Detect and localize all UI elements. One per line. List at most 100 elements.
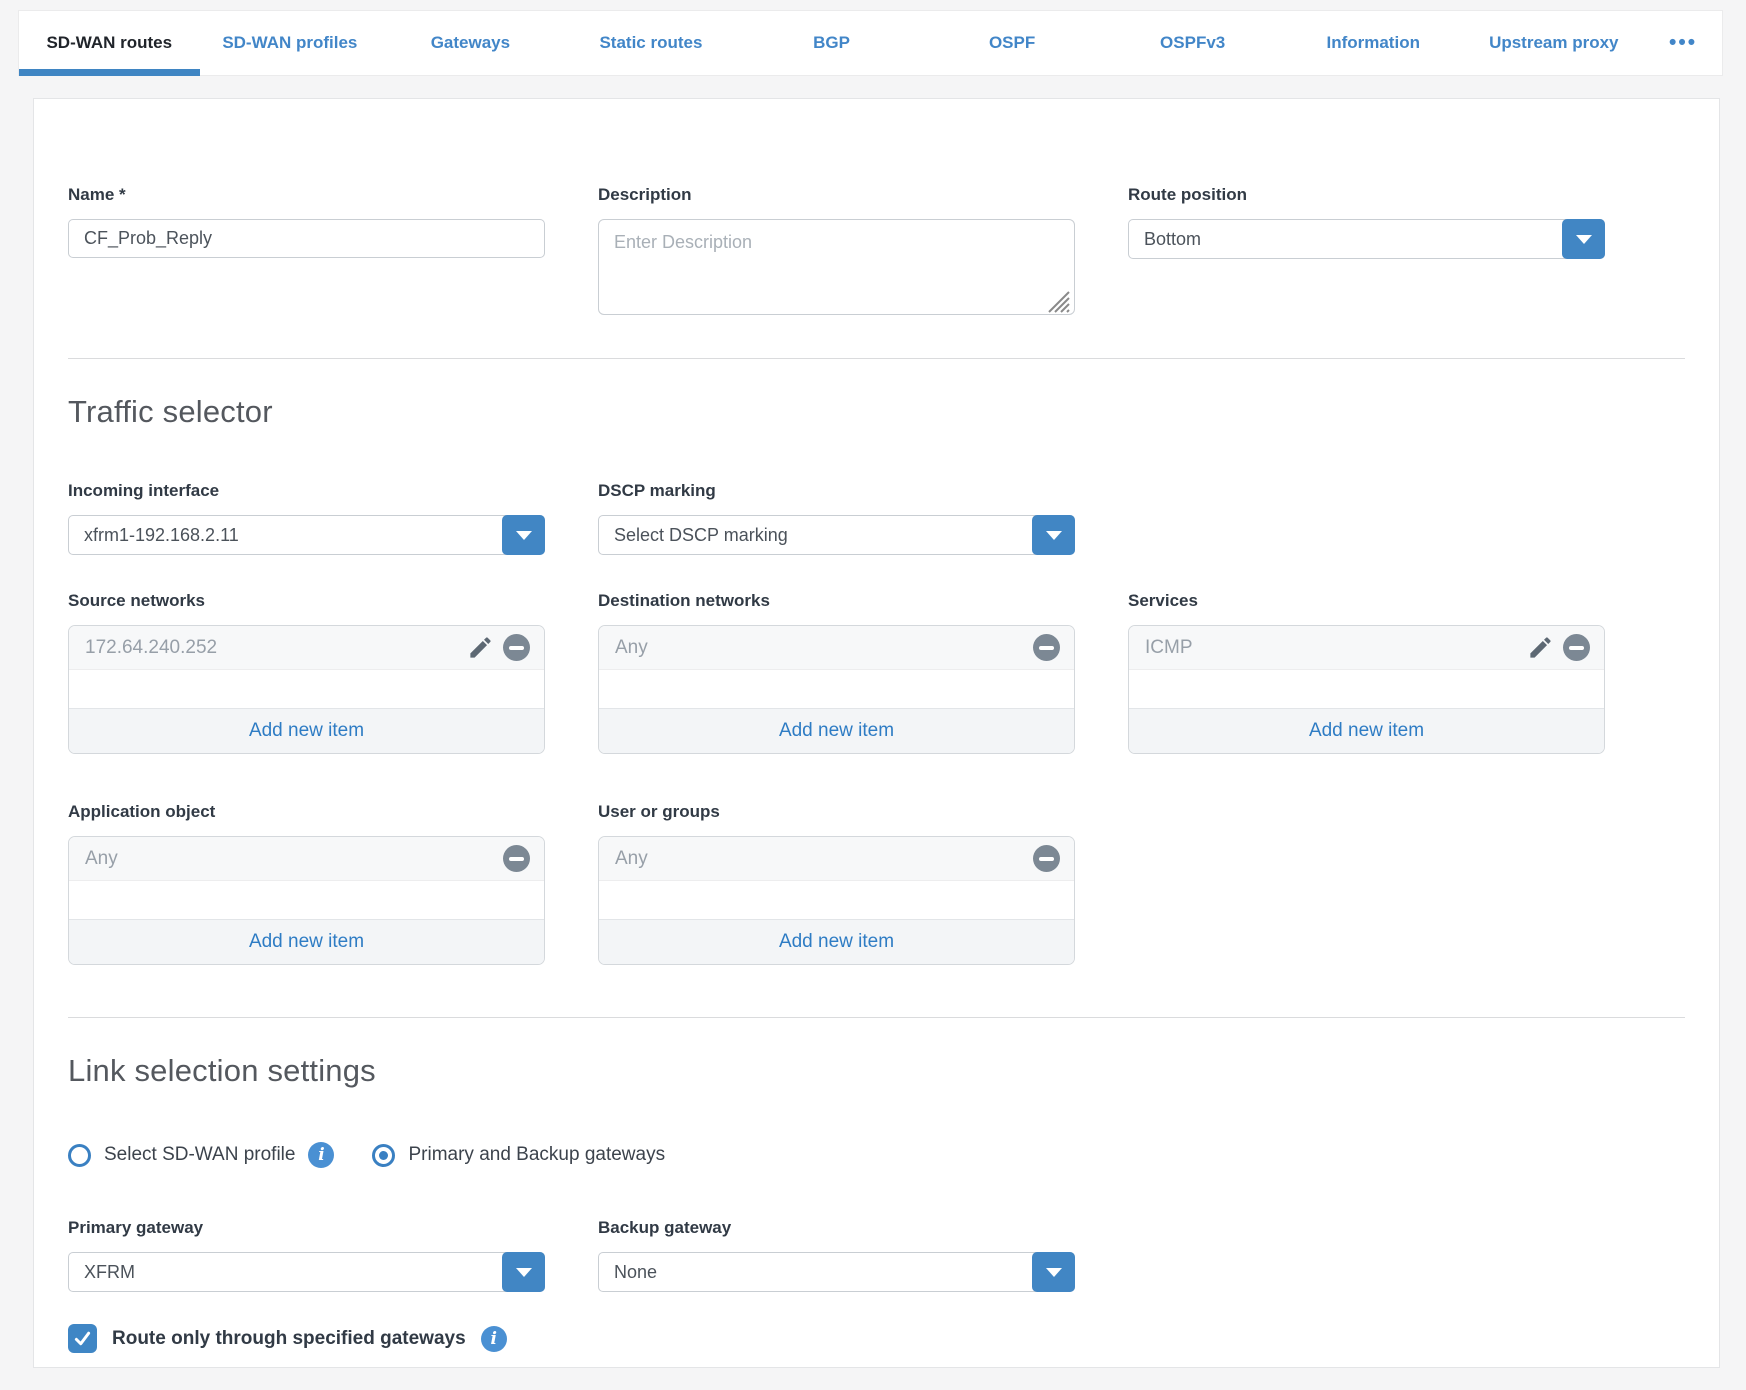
route-only-checkbox[interactable]	[68, 1324, 97, 1353]
name-label: Name *	[68, 185, 545, 205]
list-item: Any	[69, 837, 544, 881]
services-add-button[interactable]: Add new item	[1129, 708, 1604, 753]
user-groups-listbox: Any Add new item	[598, 836, 1075, 965]
radio-unselected-icon[interactable]	[68, 1144, 91, 1167]
dscp-marking-value: Select DSCP marking	[614, 525, 788, 546]
edit-pencil-icon[interactable]	[467, 634, 494, 661]
tab-bar: SD-WAN routes SD-WAN profiles Gateways S…	[18, 10, 1723, 76]
route-only-label: Route only through specified gateways	[112, 1328, 466, 1350]
remove-item-icon[interactable]	[1563, 634, 1590, 661]
list-item: Any	[599, 837, 1074, 881]
chevron-down-icon	[516, 531, 532, 540]
list-item: 172.64.240.252	[69, 626, 544, 670]
backup-gateway-dropdown-button[interactable]	[1032, 1252, 1075, 1292]
radio-select-sdwan-profile[interactable]: Select SD-WAN profile i	[68, 1142, 334, 1168]
description-field-group: Description	[598, 185, 1075, 320]
incoming-interface-dropdown-button[interactable]	[502, 515, 545, 555]
radio-label: Select SD-WAN profile	[104, 1144, 295, 1166]
source-networks-listbox: 172.64.240.252 Add new item	[68, 625, 545, 754]
backup-gateway-select[interactable]: None	[598, 1252, 1075, 1292]
list-item: ICMP	[1129, 626, 1604, 670]
destination-networks-group: Destination networks Any Add new item	[598, 591, 1075, 754]
gateways-row: Primary gateway XFRM Backup gateway None	[68, 1218, 1685, 1292]
tab-information[interactable]: Information	[1283, 11, 1464, 75]
tab-gateways[interactable]: Gateways	[380, 11, 561, 75]
info-icon[interactable]: i	[308, 1142, 334, 1168]
route-position-value: Bottom	[1144, 229, 1201, 250]
dscp-marking-group: DSCP marking Select DSCP marking	[598, 481, 1075, 555]
primary-gateway-label: Primary gateway	[68, 1218, 545, 1238]
name-field-group: Name *	[68, 185, 545, 258]
tab-sdwan-profiles[interactable]: SD-WAN profiles	[200, 11, 381, 75]
services-group: Services ICMP Add new item	[1128, 591, 1605, 754]
sdwan-route-form: Name * Description Route position Bottom	[33, 98, 1720, 1368]
primary-gateway-value: XFRM	[84, 1262, 135, 1283]
info-icon[interactable]: i	[481, 1326, 507, 1352]
application-object-add-button[interactable]: Add new item	[69, 919, 544, 964]
destination-networks-add-button[interactable]: Add new item	[599, 708, 1074, 753]
remove-item-icon[interactable]	[503, 845, 530, 872]
route-only-checkbox-row: Route only through specified gateways i	[68, 1324, 1685, 1353]
tab-sdwan-routes[interactable]: SD-WAN routes	[19, 11, 200, 75]
incoming-interface-group: Incoming interface xfrm1-192.168.2.11	[68, 481, 545, 555]
description-input[interactable]	[598, 219, 1075, 315]
incoming-interface-label: Incoming interface	[68, 481, 545, 501]
route-position-select[interactable]: Bottom	[1128, 219, 1605, 259]
edit-pencil-icon[interactable]	[1527, 634, 1554, 661]
services-listbox: ICMP Add new item	[1128, 625, 1605, 754]
tab-ospf[interactable]: OSPF	[922, 11, 1103, 75]
interface-dscp-row: Incoming interface xfrm1-192.168.2.11 DS…	[68, 481, 1685, 555]
primary-gateway-select[interactable]: XFRM	[68, 1252, 545, 1292]
route-position-field-group: Route position Bottom	[1128, 185, 1605, 259]
services-label: Services	[1128, 591, 1605, 611]
source-networks-label: Source networks	[68, 591, 545, 611]
source-networks-add-button[interactable]: Add new item	[69, 708, 544, 753]
section-divider	[68, 1017, 1685, 1018]
checkmark-icon	[72, 1328, 93, 1349]
tab-static-routes[interactable]: Static routes	[561, 11, 742, 75]
networks-services-row: Source networks 172.64.240.252 Add new i…	[68, 591, 1685, 754]
description-label: Description	[598, 185, 1075, 205]
incoming-interface-value: xfrm1-192.168.2.11	[84, 525, 239, 546]
list-item-text: Any	[85, 848, 118, 870]
list-empty-space	[69, 881, 544, 919]
destination-networks-listbox: Any Add new item	[598, 625, 1075, 754]
backup-gateway-label: Backup gateway	[598, 1218, 1075, 1238]
backup-gateway-group: Backup gateway None	[598, 1218, 1075, 1292]
more-tabs-icon[interactable]: •••	[1644, 11, 1722, 75]
traffic-selector-heading: Traffic selector	[68, 393, 1685, 431]
chevron-down-icon	[1576, 235, 1592, 244]
application-object-listbox: Any Add new item	[68, 836, 545, 965]
incoming-interface-select[interactable]: xfrm1-192.168.2.11	[68, 515, 545, 555]
application-users-row: Application object Any Add new item User…	[68, 802, 1685, 965]
radio-selected-icon[interactable]	[372, 1144, 395, 1167]
dscp-marking-select[interactable]: Select DSCP marking	[598, 515, 1075, 555]
remove-item-icon[interactable]	[1033, 845, 1060, 872]
list-empty-space	[1129, 670, 1604, 708]
chevron-down-icon	[516, 1268, 532, 1277]
link-mode-radio-row: Select SD-WAN profile i Primary and Back…	[68, 1142, 1685, 1168]
destination-networks-label: Destination networks	[598, 591, 1075, 611]
dscp-marking-label: DSCP marking	[598, 481, 1075, 501]
name-input[interactable]	[68, 219, 545, 258]
tab-bgp[interactable]: BGP	[741, 11, 922, 75]
radio-label: Primary and Backup gateways	[408, 1144, 665, 1166]
list-empty-space	[599, 670, 1074, 708]
remove-item-icon[interactable]	[503, 634, 530, 661]
list-item-text: ICMP	[1145, 637, 1193, 659]
source-networks-group: Source networks 172.64.240.252 Add new i…	[68, 591, 545, 754]
radio-primary-backup-gateways[interactable]: Primary and Backup gateways	[372, 1144, 665, 1167]
primary-gateway-dropdown-button[interactable]	[502, 1252, 545, 1292]
list-item-text: Any	[615, 848, 648, 870]
remove-item-icon[interactable]	[1033, 634, 1060, 661]
list-item-text: 172.64.240.252	[85, 637, 217, 659]
route-position-label: Route position	[1128, 185, 1605, 205]
tab-upstream-proxy[interactable]: Upstream proxy	[1464, 11, 1645, 75]
tab-ospfv3[interactable]: OSPFv3	[1102, 11, 1283, 75]
list-item: Any	[599, 626, 1074, 670]
section-divider	[68, 358, 1685, 359]
dscp-marking-dropdown-button[interactable]	[1032, 515, 1075, 555]
chevron-down-icon	[1046, 531, 1062, 540]
route-position-dropdown-button[interactable]	[1562, 219, 1605, 259]
user-groups-add-button[interactable]: Add new item	[599, 919, 1074, 964]
